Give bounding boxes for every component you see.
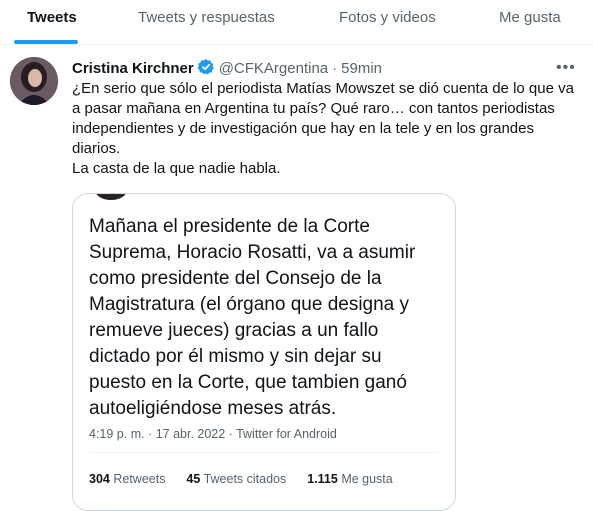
retweets-label: Retweets [113, 472, 166, 486]
tweet-text-line: independientes y de investigación que ha… [72, 120, 534, 137]
tweet-text-line: a pasar mañana en Argentina tu país? Qué… [72, 100, 555, 117]
quote-tweets-count: 45 [186, 472, 201, 486]
tab-likes[interactable]: Me gusta [499, 0, 561, 44]
more-horizontal-icon[interactable]: ••• [556, 58, 576, 78]
embedded-tweet-text: Mañana el presidente de la Corte Suprema… [89, 214, 449, 422]
embedded-text-line: como presidente del Consejo de la [89, 268, 382, 289]
tab-tweets[interactable]: Tweets [27, 0, 77, 44]
author-handle[interactable]: @CFKArgentina [219, 60, 328, 77]
profile-tabs: Tweets Tweets y respuestas Fotos y video… [0, 0, 593, 45]
retweets-count: 304 [89, 472, 110, 486]
embedded-text-line: autoeligiéndose meses atrás. [89, 398, 337, 419]
embedded-divider [89, 452, 439, 453]
tab-tweets-and-replies[interactable]: Tweets y respuestas [138, 0, 275, 44]
author-name[interactable]: Cristina Kirchner [72, 60, 194, 77]
tweet-text-line: ¿En serio que sólo el periodista Matías … [72, 80, 574, 97]
embedded-tweet-stats: 304 Retweets 45 Tweets citados 1.115 Me … [89, 472, 393, 486]
embedded-text-line: puesto en la Corte, que tambien ganó [89, 372, 407, 393]
tweet-time[interactable]: 59min [341, 60, 382, 77]
avatar-photo [10, 57, 58, 105]
tweet-text-line: La casta de la que nadie habla. [72, 160, 281, 177]
avatar[interactable] [10, 57, 58, 105]
likes-label: Me gusta [341, 472, 393, 486]
header-separator: · [332, 60, 338, 77]
embedded-tweet-meta: 4:19 p. m. · 17 abr. 2022 · Twitter for … [89, 427, 337, 441]
embedded-text-line: dictado por él mismo y sin dejar su [89, 346, 382, 367]
embedded-avatar [95, 194, 127, 200]
embedded-text-line: Magistratura (el órgano que designa y [89, 294, 410, 315]
quote-tweets-label: Tweets citados [203, 472, 287, 486]
likes-count: 1.115 [307, 472, 338, 486]
tweet-text: ¿En serio que sólo el periodista Matías … [72, 79, 584, 179]
tweet-text-line: diarios. [72, 140, 121, 157]
active-tab-indicator [14, 40, 78, 44]
embedded-text-line: remueve jueces) gracias a un fallo [89, 320, 379, 341]
embedded-text-line: Mañana el presidente de la Corte [89, 216, 370, 237]
embedded-text-line: Suprema, Horacio Rosatti, va a asumir [89, 242, 416, 263]
tab-photos-and-videos[interactable]: Fotos y videos [339, 0, 436, 44]
tweet-screenshot-image[interactable]: Mañana el presidente de la Corte Suprema… [72, 193, 456, 511]
